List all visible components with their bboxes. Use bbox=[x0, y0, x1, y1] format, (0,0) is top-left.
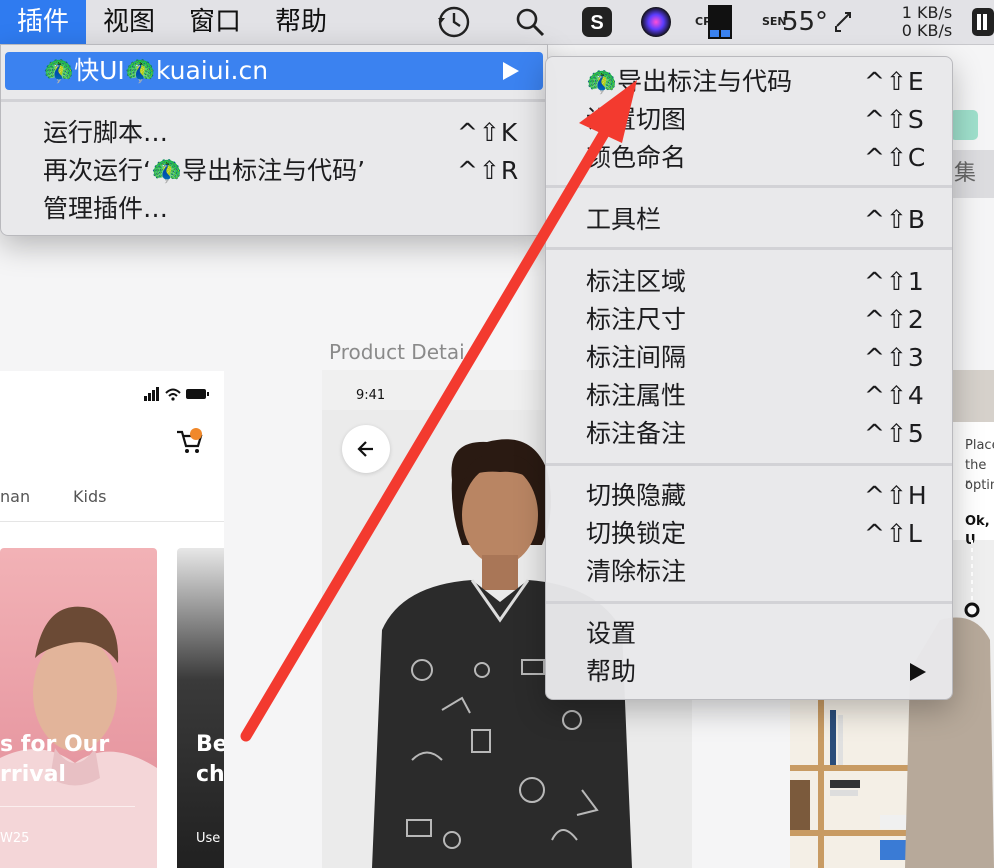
card-title-line2: rrival bbox=[0, 762, 66, 787]
app-icon-teal bbox=[950, 110, 978, 140]
menu-separator bbox=[546, 601, 952, 604]
card-title-line1: s for Our bbox=[0, 732, 110, 757]
menu-item-shortcut: ^⇧L bbox=[864, 519, 923, 548]
spotlight-search-icon[interactable] bbox=[512, 0, 548, 44]
network-monitor[interactable]: 1 KB/s 0 KB/s bbox=[890, 0, 964, 44]
menu-item-label: 切换锁定 bbox=[586, 519, 687, 548]
menu-item-label: 再次运行‘🦚导出标注与代码’ bbox=[43, 156, 366, 185]
cart-icon[interactable] bbox=[174, 426, 208, 456]
cpu-bar-icon bbox=[708, 5, 732, 39]
menu-item-shortcut: ^⇧S bbox=[864, 105, 925, 134]
menu-item-set-slices[interactable]: 设置切图 ^⇧S bbox=[546, 101, 952, 139]
menu-item-toggle-hidden[interactable]: 切换隐藏 ^⇧H bbox=[546, 477, 952, 515]
menu-item-label: 设置切图 bbox=[586, 105, 687, 134]
menu-item-label: 管理插件… bbox=[43, 194, 169, 223]
menu-item-toolbar[interactable]: 工具栏 ^⇧B bbox=[546, 201, 952, 239]
tabs-divider bbox=[0, 521, 224, 522]
menu-item-annotate-spacing[interactable]: 标注间隔 ^⇧3 bbox=[546, 339, 952, 377]
card2-title-line2: ch bbox=[196, 762, 224, 787]
menu-separator bbox=[546, 247, 952, 250]
menu-item-shortcut: ^⇧C bbox=[864, 143, 927, 172]
promo-card-2[interactable]: Be ch Use bbox=[177, 548, 224, 868]
menu-item-shortcut: ^⇧R bbox=[457, 156, 520, 185]
s-app-icon[interactable]: S bbox=[580, 0, 614, 44]
menu-item-label: 切换隐藏 bbox=[586, 481, 687, 510]
menu-item-annotate-size[interactable]: 标注尺寸 ^⇧2 bbox=[546, 301, 952, 339]
cpu-monitor[interactable]: CPU bbox=[690, 0, 738, 44]
menu-item-kuaiui[interactable]: 🦚快UI🦚kuaiui.cn bbox=[5, 52, 543, 90]
net-download: 0 KB/s bbox=[901, 21, 953, 40]
menu-item-label: 🦚快UI🦚kuaiui.cn bbox=[43, 56, 269, 85]
menu-item-toggle-lock[interactable]: 切换锁定 ^⇧L bbox=[546, 515, 952, 553]
menu-item-shortcut: ^⇧5 bbox=[864, 419, 925, 448]
menu-item-run-again[interactable]: 再次运行‘🦚导出标注与代码’ ^⇧R bbox=[1, 152, 547, 190]
menu-item-annotate-notes[interactable]: 标注备注 ^⇧5 bbox=[546, 415, 952, 453]
menu-item-color-naming[interactable]: 颜色命名 ^⇧C bbox=[546, 139, 952, 177]
cpu-label: CPU bbox=[695, 15, 721, 28]
menu-item-annotate-properties[interactable]: 标注属性 ^⇧4 bbox=[546, 377, 952, 415]
plugins-menu: 🦚快UI🦚kuaiui.cn 运行脚本… ^⇧K 再次运行‘🦚导出标注与代码’ … bbox=[0, 44, 548, 236]
artboard-title[interactable]: Product Detai bbox=[329, 340, 465, 364]
menu-item-label: 标注尺寸 bbox=[586, 305, 687, 334]
menu-separator bbox=[1, 99, 547, 102]
menu-item-label: 标注区域 bbox=[586, 267, 687, 296]
menu-item-settings[interactable]: 设置 bbox=[546, 615, 952, 653]
menu-item-shortcut: ^⇧3 bbox=[864, 343, 925, 372]
card2-title-line1: Be bbox=[196, 732, 224, 757]
tab-kids[interactable]: Kids bbox=[73, 487, 106, 506]
menu-item-shortcut: ^⇧H bbox=[864, 481, 928, 510]
menu-item-shortcut: ^⇧2 bbox=[864, 305, 925, 334]
menu-item-label: 标注间隔 bbox=[586, 343, 687, 372]
menu-item-label: 标注属性 bbox=[586, 381, 687, 410]
menu-item-label: 颜色命名 bbox=[586, 143, 687, 172]
promo-card-new-arrival[interactable]: s for Our rrival W25 bbox=[0, 548, 157, 868]
back-button[interactable] bbox=[342, 425, 390, 473]
menu-window[interactable]: 窗口 bbox=[172, 0, 258, 44]
arrow-left-icon bbox=[357, 441, 373, 457]
model-photo bbox=[0, 606, 157, 868]
menu-separator bbox=[546, 185, 952, 188]
resize-arrows-icon[interactable] bbox=[832, 0, 854, 44]
card2-small: Use bbox=[196, 831, 221, 846]
card-code: W25 bbox=[0, 831, 30, 846]
menu-item-export-annotations[interactable]: 🦚导出标注与代码 ^⇧E bbox=[546, 63, 952, 101]
menu-item-shortcut: ^⇧K bbox=[457, 118, 519, 147]
sensor-label: SEN bbox=[761, 15, 787, 28]
menu-item-shortcut: ^⇧E bbox=[864, 67, 925, 96]
submenu-arrow-icon bbox=[503, 62, 519, 80]
menu-item-label: 标注备注 bbox=[586, 419, 687, 448]
menu-item-label: 工具栏 bbox=[586, 205, 662, 234]
menu-item-label: 清除标注 bbox=[586, 557, 687, 586]
time-machine-icon[interactable] bbox=[434, 0, 474, 44]
menu-plugins[interactable]: 插件 bbox=[0, 0, 87, 44]
temperature-value: 55° bbox=[781, 7, 829, 37]
net-upload: 1 KB/s bbox=[901, 3, 953, 22]
artboard-home[interactable]: nan Kids s for Our rrival W25 Be ch Use bbox=[0, 371, 224, 868]
menu-item-clear-annotations[interactable]: 清除标注 bbox=[546, 553, 952, 591]
menu-view[interactable]: 视图 bbox=[86, 0, 172, 44]
menu-item-shortcut: ^⇧B bbox=[864, 205, 927, 234]
menu-item-shortcut: ^⇧1 bbox=[864, 267, 925, 296]
siri-icon[interactable] bbox=[638, 0, 674, 44]
menu-item-label: 运行脚本… bbox=[43, 118, 169, 147]
kuaiui-submenu: 🦚导出标注与代码 ^⇧E 设置切图 ^⇧S 颜色命名 ^⇧C 工具栏 ^⇧B 标… bbox=[545, 56, 953, 700]
side-tab[interactable]: 集 bbox=[950, 150, 994, 198]
menu-item-run-script[interactable]: 运行脚本… ^⇧K bbox=[1, 114, 547, 152]
menu-item-label: 帮助 bbox=[586, 657, 637, 686]
menu-item-manage-plugins[interactable]: 管理插件… bbox=[1, 190, 547, 228]
menu-help[interactable]: 帮助 bbox=[258, 0, 344, 44]
card-divider bbox=[0, 806, 135, 807]
menu-item-shortcut: ^⇧4 bbox=[864, 381, 925, 410]
menu-item-label: 🦚导出标注与代码 bbox=[586, 67, 793, 96]
app-tray-icon[interactable] bbox=[970, 0, 994, 44]
submenu-arrow-icon bbox=[910, 663, 926, 681]
tab-women[interactable]: nan bbox=[0, 487, 30, 506]
temperature-monitor[interactable]: SEN 55° bbox=[750, 0, 840, 44]
status-bar-icons bbox=[144, 387, 209, 401]
svg-text:S: S bbox=[590, 12, 603, 34]
menu-item-annotate-area[interactable]: 标注区域 ^⇧1 bbox=[546, 263, 952, 301]
menu-item-help[interactable]: 帮助 bbox=[546, 653, 952, 691]
menu-item-label: 设置 bbox=[586, 619, 637, 648]
menu-separator bbox=[546, 463, 952, 466]
